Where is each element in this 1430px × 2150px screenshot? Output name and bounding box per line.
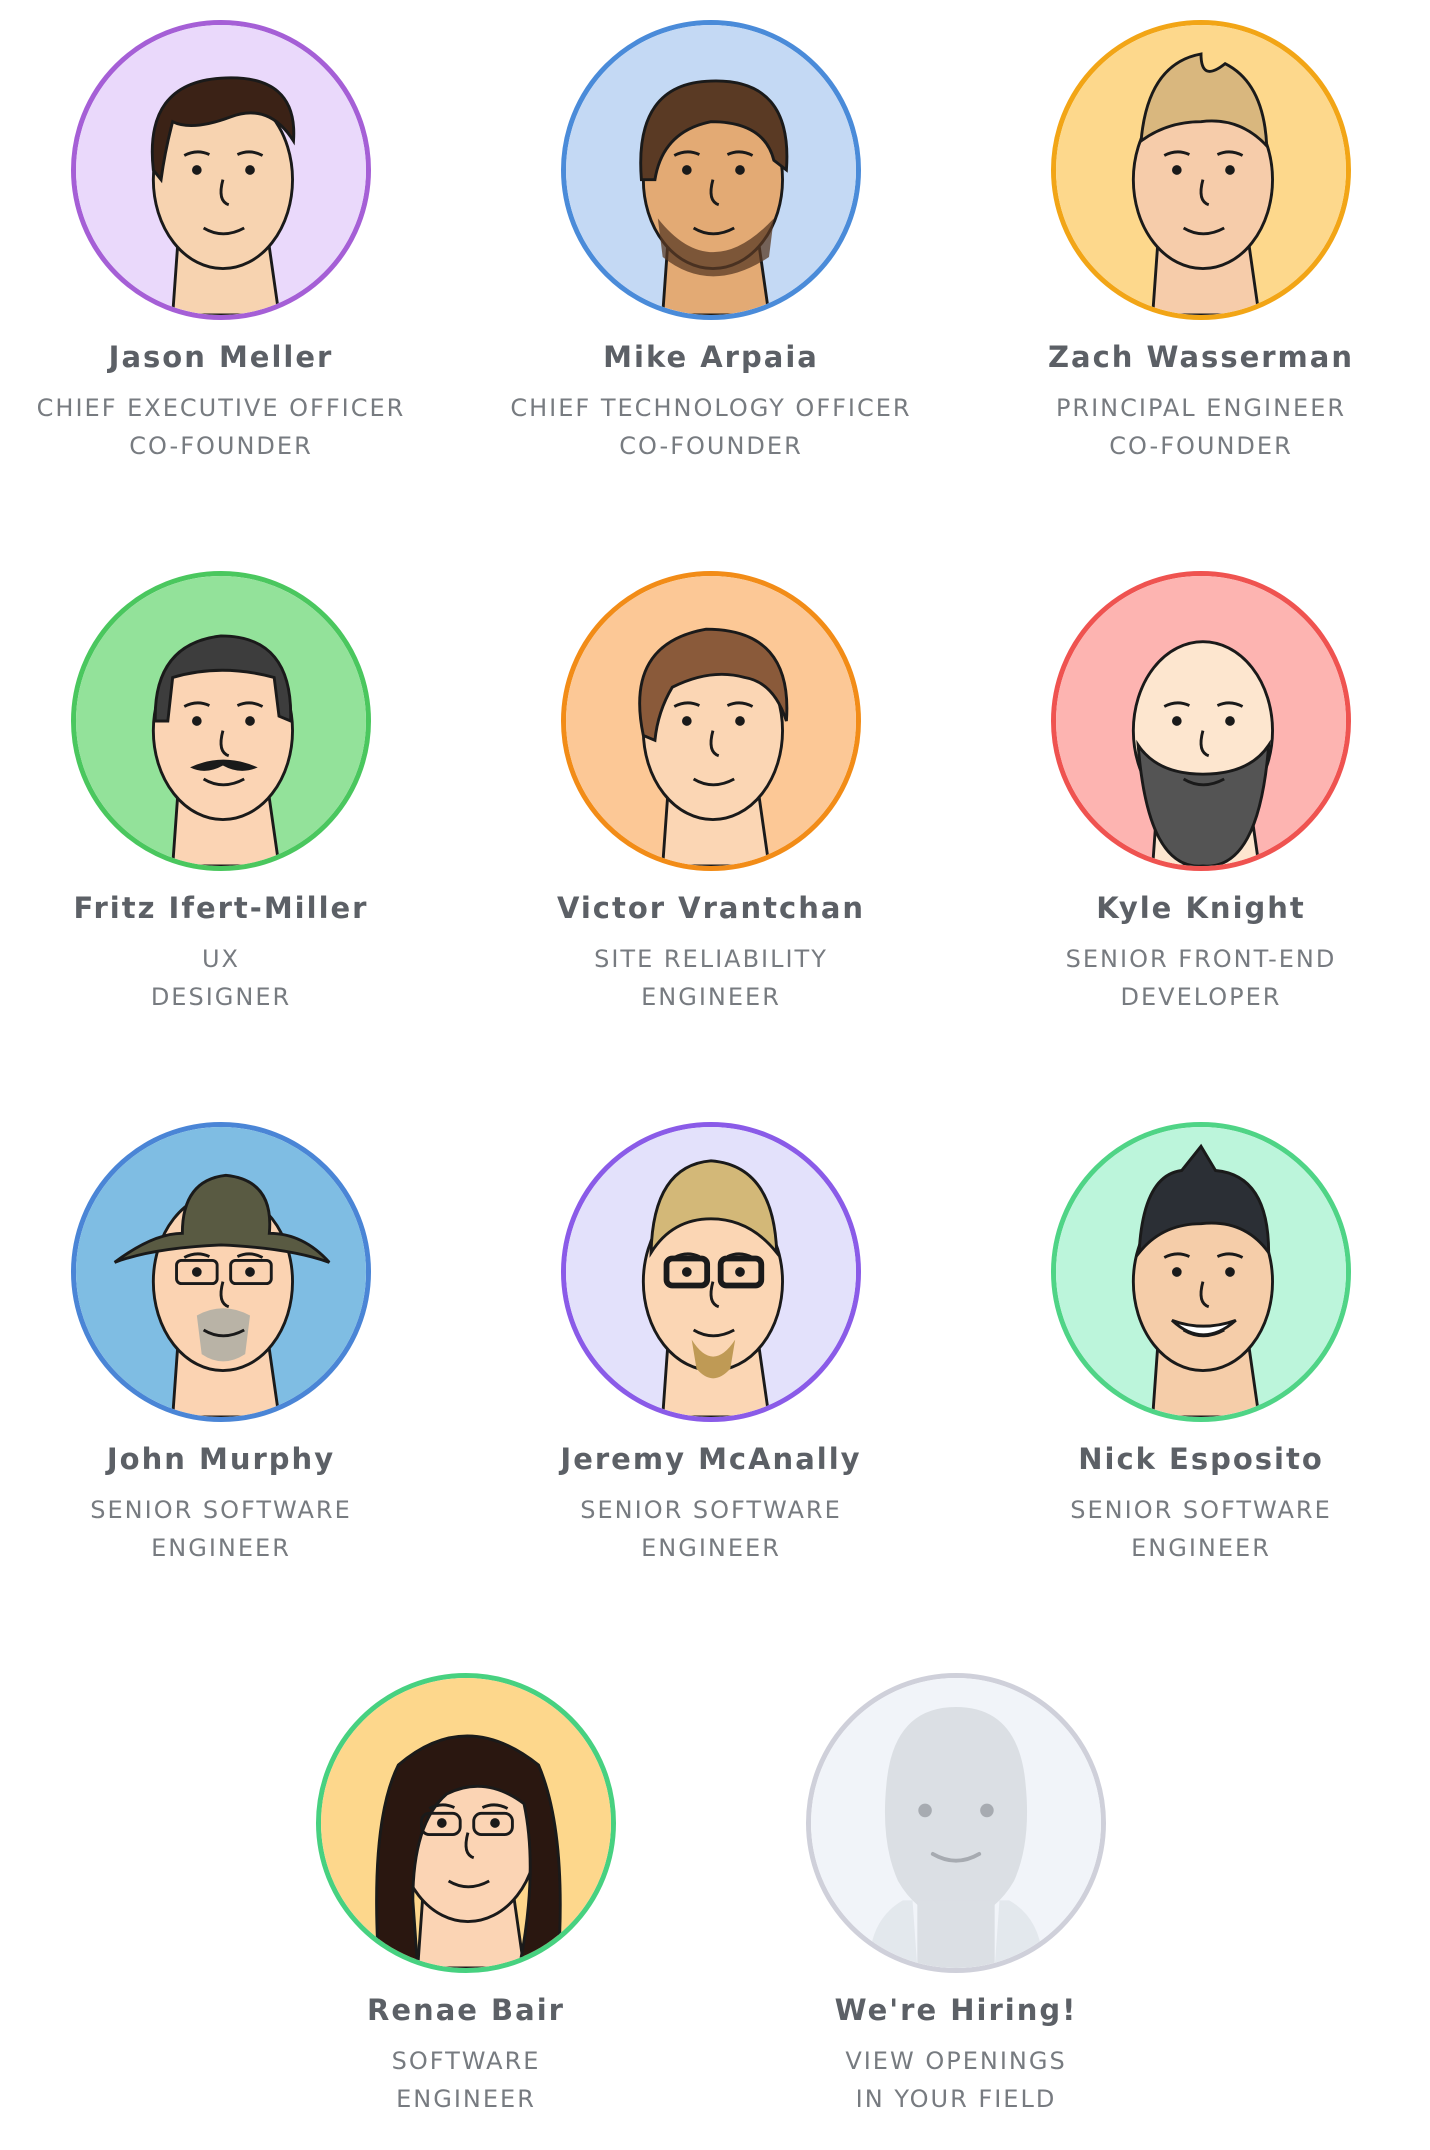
view-openings-link[interactable]: VIEW OPENINGS IN YOUR FIELD — [711, 2042, 1201, 2118]
team-member-card: Jason Meller CHIEF EXECUTIVE OFFICER CO-F… — [0, 20, 466, 465]
avatar — [71, 571, 371, 871]
avatar — [561, 571, 861, 871]
avatar — [71, 20, 371, 320]
member-role: CHIEF TECHNOLOGY OFFICER CO-FOUNDER — [510, 394, 912, 460]
member-name: Kyle Knight — [1096, 891, 1306, 925]
member-name: Renae Bair — [367, 1993, 565, 2027]
team-member-card: Renae Bair SOFTWARE ENGINEER — [221, 1673, 711, 2118]
avatar — [316, 1673, 616, 1973]
avatar — [1051, 20, 1351, 320]
member-name: Mike Arpaia — [603, 340, 819, 374]
member-role: SITE RELIABILITY ENGINEER — [594, 945, 828, 1011]
team-member-card: Fritz Ifert-Miller UX DESIGNER — [0, 571, 466, 1016]
jeremy-portrait-icon — [566, 1127, 856, 1417]
member-name: Jeremy McAnally — [560, 1442, 862, 1476]
jason-portrait-icon — [76, 25, 366, 315]
team-member-card: John Murphy SENIOR SOFTWARE ENGINEER — [0, 1122, 466, 1567]
team-member-card: Jeremy McAnally SENIOR SOFTWARE ENGINEER — [466, 1122, 956, 1567]
fritz-portrait-icon — [76, 576, 366, 866]
john-portrait-icon — [76, 1127, 366, 1417]
victor-portrait-icon — [566, 576, 856, 866]
avatar — [71, 1122, 371, 1422]
member-role: CHIEF EXECUTIVE OFFICER CO-FOUNDER — [36, 394, 406, 460]
member-name: Victor Vrantchan — [556, 891, 866, 925]
member-role: SENIOR SOFTWARE ENGINEER — [90, 1496, 352, 1562]
team-member-card: Nick Esposito SENIOR SOFTWARE ENGINEER — [956, 1122, 1430, 1567]
team-member-card: Zach Wasserman PRINCIPAL ENGINEER CO-FOUN… — [956, 20, 1430, 465]
team-member-card: Kyle Knight SENIOR FRONT-END DEVELOPER — [956, 571, 1430, 1016]
placeholder-person-icon — [811, 1678, 1101, 1968]
mike-portrait-icon — [566, 25, 856, 315]
hiring-card[interactable]: We're Hiring! VIEW OPENINGS IN YOUR FIELD — [711, 1673, 1201, 2118]
member-role: PRINCIPAL ENGINEER CO-FOUNDER — [1055, 394, 1347, 460]
team-member-card: Victor Vrantchan SITE RELIABILITY ENGINEE… — [466, 571, 956, 1016]
member-role: SENIOR SOFTWARE ENGINEER — [1070, 1496, 1332, 1562]
avatar — [561, 20, 861, 320]
member-name: Zach Wasserman — [1048, 340, 1354, 374]
nick-portrait-icon — [1056, 1127, 1346, 1417]
member-name: John Murphy — [106, 1442, 336, 1476]
member-name: Nick Esposito — [1078, 1442, 1324, 1476]
team-member-card: Mike Arpaia CHIEF TECHNOLOGY OFFICER CO-F… — [466, 20, 956, 465]
avatar — [561, 1122, 861, 1422]
member-role: SENIOR FRONT-END DEVELOPER — [1065, 945, 1337, 1011]
member-role: UX DESIGNER — [150, 945, 292, 1011]
member-name: Fritz Ifert-Miller — [73, 891, 369, 925]
avatar[interactable] — [806, 1673, 1106, 1973]
member-name: Jason Meller — [108, 340, 334, 374]
renae-portrait-icon — [321, 1678, 611, 1968]
zach-portrait-icon — [1056, 25, 1346, 315]
member-role: SENIOR SOFTWARE ENGINEER — [580, 1496, 842, 1562]
member-role: SOFTWARE ENGINEER — [391, 2047, 541, 2113]
avatar — [1051, 1122, 1351, 1422]
avatar — [1051, 571, 1351, 871]
hiring-title[interactable]: We're Hiring! — [711, 1990, 1201, 2030]
kyle-portrait-icon — [1056, 576, 1346, 866]
